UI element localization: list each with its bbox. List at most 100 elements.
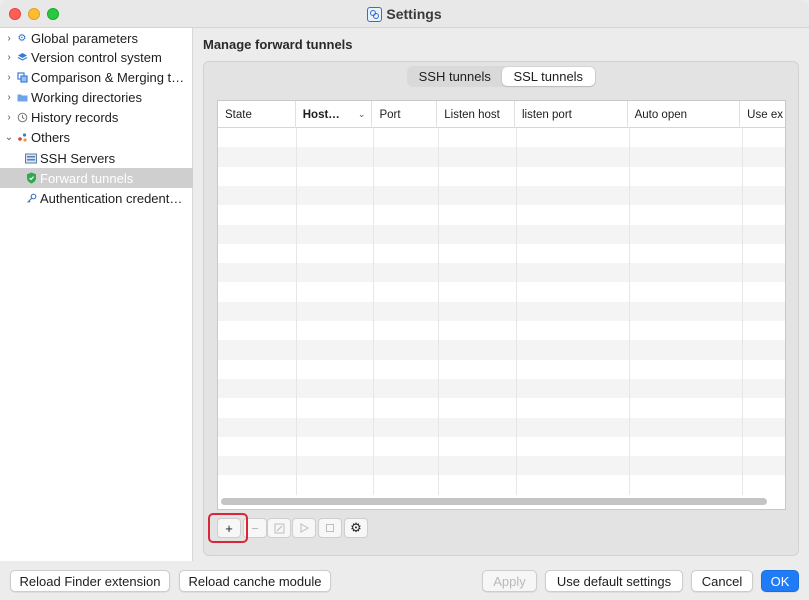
column-divider — [516, 128, 517, 495]
tab-ssh-tunnels[interactable]: SSH tunnels — [408, 67, 502, 86]
table-row — [218, 321, 785, 340]
column-label: Host… — [302, 108, 340, 121]
sidebar-item-forward-tunnels[interactable]: Forward tunnels — [0, 168, 193, 188]
history-icon — [16, 111, 28, 123]
sidebar-item-label: History records — [31, 109, 119, 125]
sidebar-item-label: Others — [31, 129, 71, 145]
annotation-highlight-box — [208, 513, 248, 543]
sidebar-item-label: SSH Servers — [40, 150, 116, 166]
chevron-down-icon: ⌄ — [357, 109, 366, 119]
chevron-right-icon[interactable]: › — [3, 112, 15, 123]
page-title: Manage forward tunnels — [203, 37, 353, 52]
sidebar-item-history-records[interactable]: › History records — [0, 107, 193, 127]
tunnel-settings-button[interactable]: ⚙ — [344, 518, 368, 538]
table-row — [218, 282, 785, 301]
table-row — [218, 456, 785, 476]
edit-icon — [274, 523, 284, 533]
table-row — [218, 301, 785, 321]
column-header-port[interactable]: Port — [372, 101, 438, 128]
title-wrap: Settings — [0, 0, 809, 28]
chevron-right-icon[interactable]: › — [3, 92, 15, 103]
play-icon — [300, 523, 309, 533]
sidebar-item-label: Working directories — [31, 89, 143, 105]
sidebar-item-global-parameters[interactable]: › ⚙ Global parameters — [0, 28, 193, 48]
table-body — [218, 128, 785, 495]
column-label: Auto open — [634, 108, 688, 121]
column-label: Use ex — [747, 108, 783, 121]
table-row — [218, 147, 785, 167]
window-title: Settings — [386, 6, 442, 22]
tunnel-type-segmented-control: SSH tunnels SSL tunnels — [407, 66, 596, 87]
column-label: State — [225, 108, 252, 121]
column-header-host[interactable]: Host… ⌄ — [296, 101, 373, 128]
table-row — [218, 263, 785, 283]
table-row — [218, 417, 785, 437]
horizontal-scrollbar[interactable] — [221, 498, 767, 505]
sidebar-item-authentication-credentials[interactable]: Authentication credent… — [0, 188, 193, 208]
column-header-listen-port[interactable]: listen port — [515, 101, 628, 128]
column-header-use-external[interactable]: Use ex — [740, 101, 785, 128]
stop-icon — [326, 524, 334, 532]
use-default-settings-button[interactable]: Use default settings — [545, 570, 683, 592]
apply-button[interactable]: Apply — [482, 570, 537, 592]
column-label: Listen host — [444, 108, 500, 121]
server-icon — [25, 152, 37, 164]
table-row — [218, 244, 785, 263]
column-divider — [629, 128, 630, 495]
sidebar-item-others[interactable]: ⌄ Others — [0, 127, 193, 147]
tab-ssl-tunnels[interactable]: SSL tunnels — [501, 67, 595, 86]
stop-tunnel-button[interactable] — [318, 518, 342, 538]
shield-icon — [25, 172, 37, 184]
sidebar-item-label: Comparison & Merging t… — [31, 69, 185, 85]
column-divider — [742, 128, 743, 495]
column-divider — [373, 128, 374, 495]
table-header: State Host… ⌄ Port Listen host listen por… — [218, 101, 785, 128]
sidebar-item-label: Global parameters — [31, 30, 138, 46]
chevron-right-icon[interactable]: › — [3, 72, 15, 83]
table-row — [218, 340, 785, 360]
column-header-auto-open[interactable]: Auto open — [628, 101, 741, 128]
sidebar-item-label: Version control system — [31, 49, 162, 65]
table-row — [218, 360, 785, 379]
table-row — [218, 128, 785, 147]
table-row — [218, 378, 785, 399]
start-tunnel-button[interactable] — [292, 518, 316, 538]
sidebar-item-ssh-servers[interactable]: SSH Servers — [0, 148, 193, 168]
sidebar-item-version-control[interactable]: › Version control system — [0, 47, 193, 67]
column-label: Port — [379, 108, 401, 121]
column-label: listen port — [521, 108, 572, 121]
stack-icon — [16, 51, 28, 63]
column-header-state[interactable]: State — [218, 101, 296, 128]
tunnels-table: State Host… ⌄ Port Listen host listen por… — [217, 100, 786, 510]
chevron-down-icon[interactable]: ⌄ — [3, 132, 15, 143]
settings-window: Settings › ⚙ Global parameters › Version… — [0, 0, 809, 600]
dots-icon — [16, 131, 28, 143]
chevron-right-icon[interactable]: › — [3, 52, 15, 63]
title-bar: Settings — [0, 0, 809, 28]
table-row — [218, 167, 785, 186]
sidebar-item-label: Forward tunnels — [40, 170, 134, 186]
table-row — [218, 224, 785, 244]
column-header-listen-host[interactable]: Listen host — [437, 101, 515, 128]
sidebar-item-label: Authentication credent… — [40, 190, 183, 206]
table-row — [218, 205, 785, 224]
table-row — [218, 185, 785, 206]
ok-button[interactable]: OK — [761, 570, 799, 592]
gear-icon: ⚙ — [350, 520, 362, 535]
reload-finder-extension-button[interactable]: Reload Finder extension — [10, 570, 170, 592]
table-row — [218, 437, 785, 456]
compare-icon — [16, 71, 28, 83]
table-row — [218, 475, 785, 494]
key-icon — [25, 192, 37, 204]
gear-icon: ⚙ — [17, 32, 27, 44]
reload-cache-module-button[interactable]: Reload canche module — [179, 570, 331, 592]
cancel-button[interactable]: Cancel — [691, 570, 753, 592]
folder-icon — [16, 91, 28, 103]
column-divider — [296, 128, 297, 495]
chevron-right-icon[interactable]: › — [3, 33, 15, 44]
app-icon — [367, 6, 383, 22]
sidebar-item-working-directories[interactable]: › Working directories — [0, 87, 193, 107]
sidebar-item-comparison-merging[interactable]: › Comparison & Merging t… — [0, 67, 193, 87]
edit-tunnel-button[interactable] — [267, 518, 291, 538]
column-divider — [438, 128, 439, 495]
